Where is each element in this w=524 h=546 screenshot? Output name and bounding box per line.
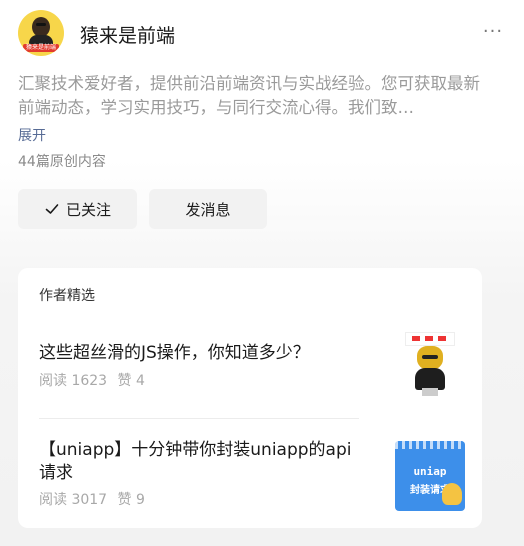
thumbnail-sign <box>405 332 455 346</box>
featured-section-title: 作者精选 <box>39 288 95 304</box>
avatar-tag: 猿来是前端 <box>23 44 59 52</box>
like-count: 赞 9 <box>117 492 145 508</box>
description-text: 汇聚技术爱好者，提供前沿前端资讯与实战经验。您可获取最新前端动态，学习实用技巧，… <box>18 74 480 117</box>
article-stats: 阅读 1623 赞 4 <box>39 370 145 390</box>
check-icon <box>45 204 59 214</box>
thumbnail-cat-icon <box>442 483 462 505</box>
account-name[interactable]: 猿来是前端 <box>80 21 175 48</box>
featured-article-item[interactable]: 这些超丝滑的JS操作，你知道多少？ 阅读 1623 赞 4 <box>39 328 465 402</box>
thumbnail-stripe <box>395 441 465 449</box>
send-message-button[interactable]: 发消息 <box>149 189 267 229</box>
like-count: 赞 4 <box>117 373 145 389</box>
read-count: 阅读 1623 <box>39 373 108 389</box>
more-options-icon[interactable]: ··· <box>480 22 506 42</box>
featured-article-item[interactable]: 【uniapp】十分钟带你封装uniapp的api请求 阅读 3017 赞 9 … <box>39 439 465 519</box>
read-count: 阅读 3017 <box>39 492 108 508</box>
article-title[interactable]: 这些超丝滑的JS操作，你知道多少？ <box>39 342 359 365</box>
article-thumbnail[interactable]: uniap 封装请求 <box>395 441 465 511</box>
article-divider <box>39 418 359 419</box>
followed-button-label: 已关注 <box>65 200 111 219</box>
thumbnail-figure-head <box>417 346 443 370</box>
account-avatar[interactable]: 猿来是前端 <box>18 10 64 56</box>
account-header: 猿来是前端 猿来是前端 ··· <box>18 10 506 56</box>
thumbnail-figure-body <box>415 368 445 390</box>
thumbnail-figure-legs <box>422 388 438 396</box>
article-stats: 阅读 3017 赞 9 <box>39 489 145 509</box>
thumbnail-text-line1: uniap <box>413 465 447 478</box>
original-article-count: 44篇原创内容 <box>18 154 106 170</box>
expand-link[interactable]: 展开 <box>18 125 46 145</box>
featured-articles-card: 作者精选 这些超丝滑的JS操作，你知道多少？ 阅读 1623 赞 4 【unia… <box>18 268 482 528</box>
followed-button[interactable]: 已关注 <box>18 189 137 229</box>
send-message-label: 发消息 <box>185 200 231 219</box>
avatar-face <box>32 17 50 37</box>
article-title[interactable]: 【uniapp】十分钟带你封装uniapp的api请求 <box>39 439 359 485</box>
account-description: 汇聚技术爱好者，提供前沿前端资讯与实战经验。您可获取最新前端动态，学习实用技巧，… <box>18 72 484 120</box>
article-thumbnail[interactable] <box>395 328 465 398</box>
